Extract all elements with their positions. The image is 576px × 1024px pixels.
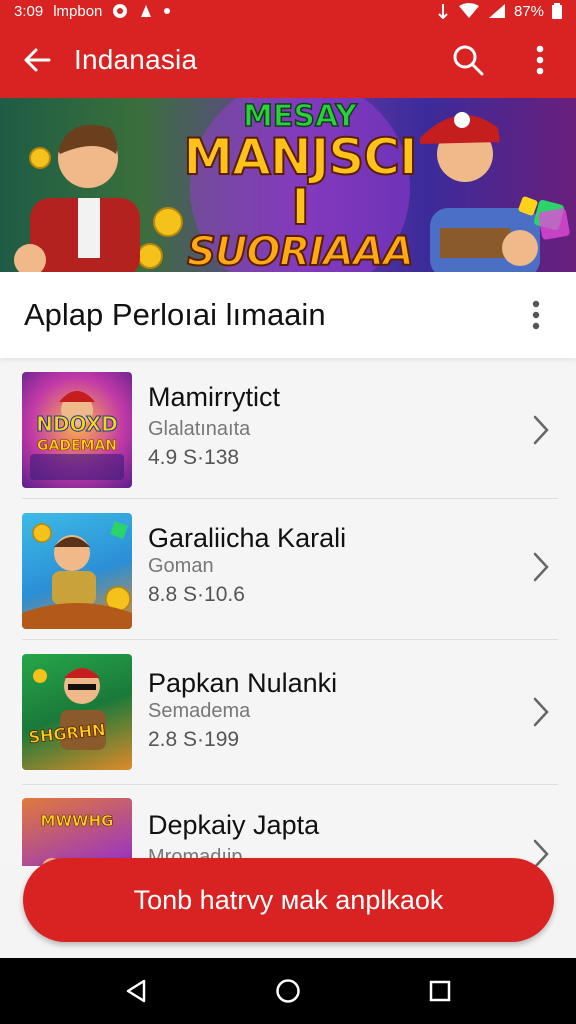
- list-item[interactable]: NDOXD GADEMAN Mamirrytict Glalatınaıta 4…: [0, 358, 576, 499]
- section-title: Aplap Perloıai lımaain: [24, 297, 326, 332]
- thumb-text-1: MWWHG: [40, 812, 114, 831]
- thumb-text-2: GADEMAN: [37, 438, 118, 455]
- app-subtitle: Semadema: [148, 700, 251, 722]
- list-item[interactable]: SHGRHN Papkan Nulanki Semadema 2.8 S·199: [0, 640, 576, 785]
- back-button[interactable]: [0, 22, 74, 98]
- banner-line-3: SUORIAAA: [186, 229, 415, 272]
- nav-home-button[interactable]: [258, 961, 318, 1021]
- section-header: Aplap Perloıai lımaain: [0, 272, 576, 358]
- app-name: Depkaiy Japta: [148, 810, 320, 840]
- primary-action-button[interactable]: Tonb hatrvy мak anplkaok: [23, 858, 554, 942]
- overflow-menu-button[interactable]: [504, 22, 576, 98]
- more-vert-icon: [536, 45, 544, 75]
- app-thumbnail: [22, 513, 132, 629]
- status-time: 3:09: [14, 2, 44, 20]
- app-name: Mamirrytict: [148, 382, 280, 412]
- promo-banner[interactable]: MESAY MANJSCI I SUORIAAA: [0, 98, 576, 272]
- divider: [22, 784, 558, 785]
- app-meta: 2.8 S·199: [148, 728, 240, 751]
- app-bar: Indanasia: [0, 22, 576, 98]
- status-right: 87%: [436, 3, 562, 20]
- signal-icon: [488, 4, 505, 18]
- list-item[interactable]: Garaliicha Karali Goman 8.8 S·10.6: [0, 499, 576, 640]
- notification-icon: [113, 4, 128, 18]
- game-art-icon: [33, 668, 106, 750]
- battery-icon: [552, 3, 562, 19]
- nav-recents-button[interactable]: [410, 961, 470, 1021]
- status-bar: 3:09 lmpbon 87%: [0, 0, 576, 22]
- nav-back-icon: [126, 979, 146, 1003]
- app-name: Garaliicha Karali: [148, 523, 347, 553]
- status-carrier: lmpbon: [53, 2, 103, 20]
- banner-line-2: MANJSCI I: [182, 128, 418, 236]
- app-subtitle: Goman: [148, 555, 214, 577]
- game-art-icon: [22, 521, 132, 629]
- chevron-right-icon: [526, 547, 556, 587]
- app-notification-icon: [141, 5, 152, 17]
- system-nav-bar: [0, 958, 576, 1024]
- nav-back-button[interactable]: [106, 961, 166, 1021]
- app-thumbnail: SHGRHN: [22, 654, 132, 770]
- thumb-text-1: NDOXD: [36, 412, 119, 437]
- list-item[interactable]: MWWHG Depkaiy Japta Mromadıip: [0, 786, 576, 868]
- app-meta: 8.8 S·10.6: [148, 583, 245, 606]
- wifi-icon: [458, 3, 479, 18]
- dot-icon: [164, 8, 171, 14]
- more-vert-icon: [532, 300, 540, 330]
- search-button[interactable]: [432, 22, 504, 98]
- nav-home-icon: [276, 979, 300, 1003]
- search-icon: [453, 45, 484, 76]
- app-name: Papkan Nulanki: [148, 668, 338, 698]
- nav-recents-icon: [429, 980, 451, 1002]
- banner-title: MESAY MANJSCI I SUORIAAA: [180, 101, 420, 272]
- section-overflow-button[interactable]: [496, 272, 576, 358]
- app-meta: 4.9 S·138: [148, 446, 240, 469]
- chevron-right-icon: [526, 410, 556, 450]
- app-thumbnail: NDOXD GADEMAN: [22, 372, 132, 488]
- battery-percent: 87%: [513, 2, 544, 20]
- data-arrows-icon: [438, 4, 448, 19]
- chevron-right-icon: [526, 692, 556, 732]
- status-left: 3:09 lmpbon: [14, 2, 171, 20]
- app-subtitle: Glalatınaıta: [148, 418, 251, 440]
- app-list[interactable]: NDOXD GADEMAN Mamirrytict Glalatınaıta 4…: [0, 358, 576, 868]
- arrow-left-icon: [24, 48, 51, 72]
- app-title: Indanasia: [74, 44, 198, 75]
